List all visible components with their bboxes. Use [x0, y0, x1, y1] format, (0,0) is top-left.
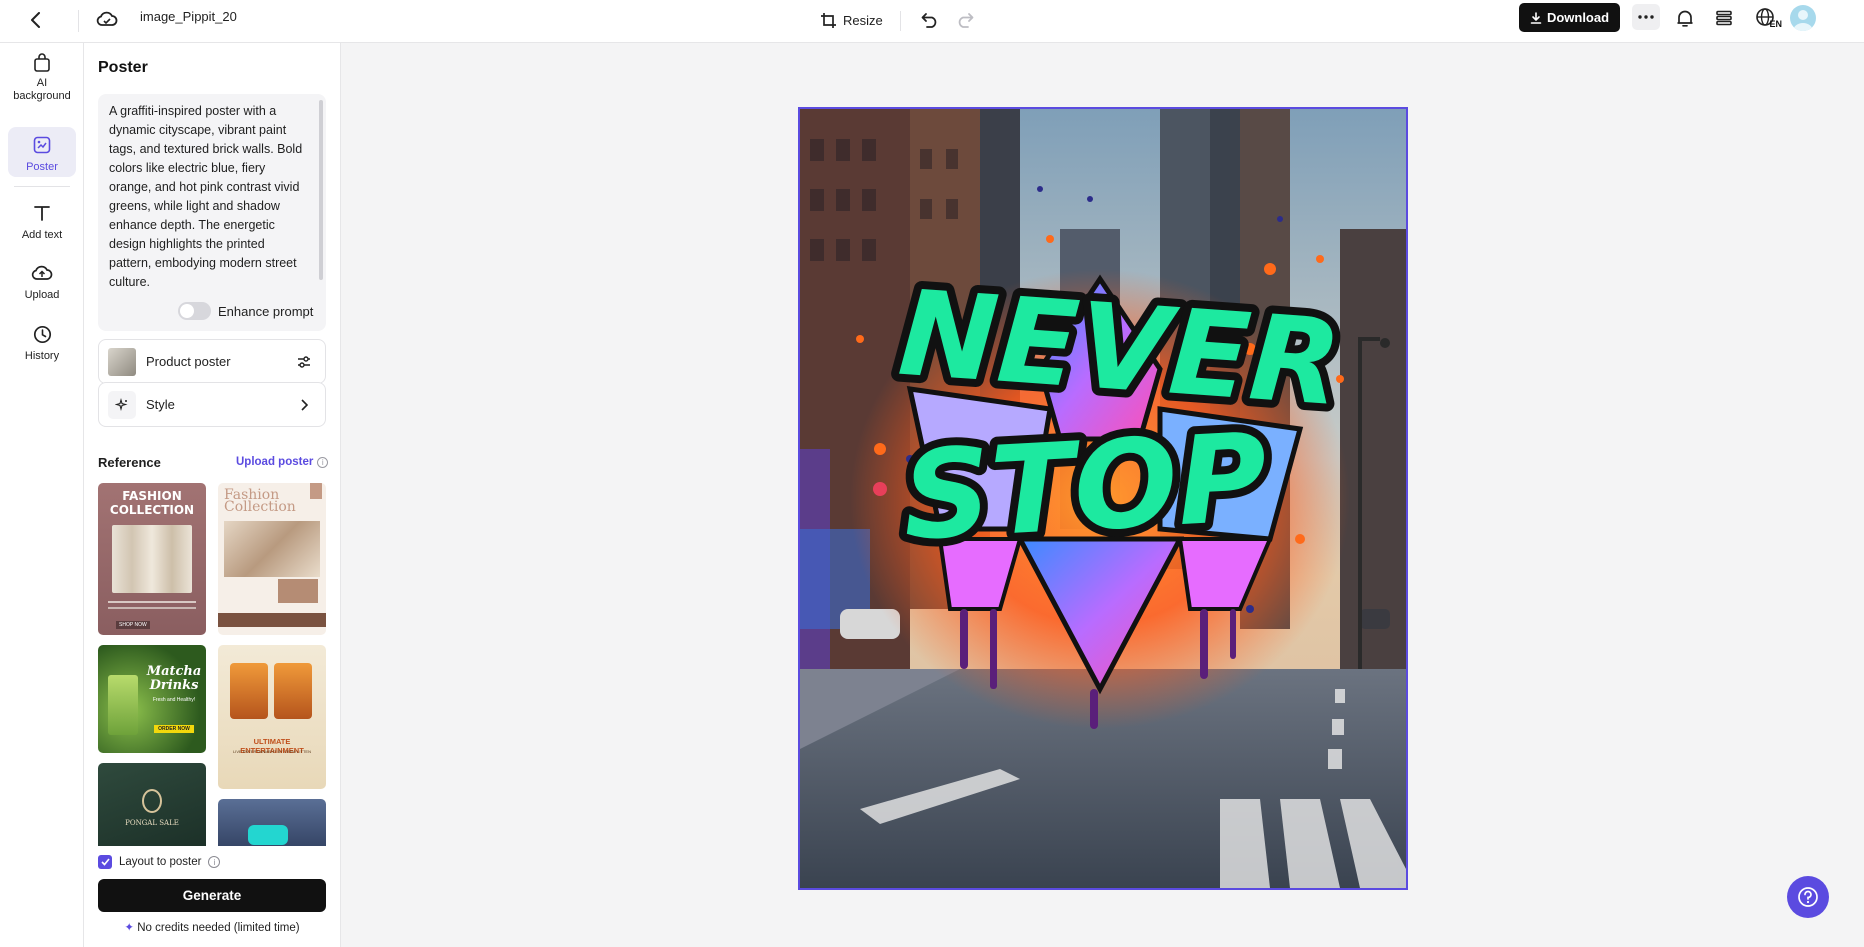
reference-card-title: FASHION COLLECTION — [109, 489, 195, 517]
rail-item-add-text[interactable]: Add text — [8, 201, 76, 247]
graffiti-image — [248, 825, 288, 845]
prompt-scrollbar[interactable] — [319, 100, 323, 280]
resize-label: Resize — [843, 12, 883, 28]
download-button[interactable]: Download — [1519, 3, 1620, 32]
upload-poster-link[interactable]: Upload poster i — [236, 456, 329, 468]
shoes-image — [224, 521, 320, 577]
poster-headline-line2: STOP — [899, 407, 1270, 568]
cloud-save-icon[interactable] — [94, 6, 120, 32]
enhance-prompt-toggle[interactable]: Enhance prompt — [178, 302, 313, 320]
layout-to-poster-row: Layout to poster i — [98, 855, 221, 869]
upload-icon — [30, 261, 54, 285]
reference-card-tag: SHOP NOW — [116, 621, 150, 629]
avatar[interactable] — [1790, 5, 1816, 31]
prompt-textarea[interactable]: A graffiti-inspired poster with a dynami… — [98, 94, 326, 331]
reference-card-subtitle: Fresh and Healthy! — [152, 697, 196, 703]
reference-card-title: Matcha Drinks — [146, 664, 202, 693]
divider — [14, 186, 70, 187]
sliders-icon[interactable] — [293, 355, 315, 369]
sparkle-icon — [108, 390, 136, 419]
rail-item-upload[interactable]: Upload — [8, 261, 76, 307]
poster-icon — [30, 133, 54, 157]
divider — [108, 601, 196, 603]
reference-card[interactable]: ULTIMATE ENTERTAINMENT LIVE ENTERTAINMEN… — [218, 645, 326, 789]
bag-icon — [30, 53, 54, 73]
upload-poster-label: Upload poster — [236, 456, 314, 468]
poster-artwork: NEVER NEVER STOP STOP — [800, 109, 1406, 888]
rail-item-label: Add text — [21, 229, 63, 241]
rail-item-ai-background[interactable]: AI background — [8, 49, 76, 103]
ribbon — [310, 483, 322, 499]
redo-icon — [953, 7, 977, 33]
question-icon — [1798, 887, 1818, 907]
help-button[interactable] — [1787, 876, 1829, 918]
reference-card[interactable]: FASHION COLLECTION SHOP NOW — [98, 483, 206, 635]
rail-item-poster[interactable]: Poster — [8, 127, 76, 177]
text-icon — [30, 201, 54, 225]
sparkle-icon: ✦ — [124, 922, 135, 934]
reference-card-button: ORDER NOW — [154, 725, 194, 733]
prompt-text[interactable]: A graffiti-inspired poster with a dynami… — [109, 102, 307, 292]
reference-grid: FASHION COLLECTION SHOP NOW Fashion Coll… — [98, 483, 326, 846]
panel-title: Poster — [98, 59, 148, 76]
more-options-icon[interactable] — [1632, 4, 1660, 30]
divider — [900, 11, 901, 31]
resize-icon — [821, 12, 836, 28]
pendant-image — [142, 789, 162, 813]
drink-image — [274, 663, 312, 719]
undo-icon[interactable] — [918, 7, 942, 33]
reference-card[interactable]: Fashion Collection — [218, 483, 326, 635]
drink-image — [108, 675, 138, 735]
info-icon[interactable]: i — [208, 856, 221, 868]
product-thumbnail — [108, 347, 136, 376]
download-label: Download — [1546, 10, 1610, 25]
left-tool-rail: AI background Poster Add text Upload His… — [0, 43, 84, 947]
reference-card[interactable]: Matcha Drinks Fresh and Healthy! ORDER N… — [98, 645, 206, 753]
divider — [78, 10, 79, 32]
layout-label: Layout to poster — [119, 856, 202, 868]
generate-button[interactable]: Generate — [98, 879, 326, 912]
notification-bell-icon[interactable] — [1672, 5, 1698, 31]
rail-item-history[interactable]: History — [8, 322, 76, 368]
download-icon — [1530, 11, 1542, 24]
chevron-right-icon — [293, 398, 315, 411]
rail-item-label: History — [24, 350, 60, 362]
enhance-label: Enhance prompt — [218, 303, 314, 319]
history-icon — [30, 322, 54, 346]
product-poster-option[interactable]: Product poster — [98, 339, 326, 384]
poster-panel: Poster A graffiti-inspired poster with a… — [84, 43, 341, 947]
info-icon[interactable]: i — [317, 456, 329, 468]
rail-item-label: AI background — [13, 77, 71, 102]
reference-card-title: Fashion Collection — [224, 487, 296, 515]
language-code: EN — [1769, 19, 1782, 29]
product-poster-label: Product poster — [146, 354, 231, 369]
reference-card-title: PONGAL SALE — [125, 819, 179, 827]
language-globe-icon[interactable]: EN — [1751, 5, 1782, 31]
back-icon[interactable] — [24, 8, 48, 32]
rail-item-label: Poster — [26, 161, 58, 173]
divider — [108, 607, 196, 609]
drink-image — [230, 663, 268, 719]
torn-edge — [218, 613, 326, 627]
clothes-image — [112, 525, 192, 593]
reference-card-subtitle: LIVE ENTERTAINMENT BY CREW LITTEN — [233, 749, 311, 754]
style-label: Style — [146, 397, 175, 412]
credits-note: ✦ No credits needed (limited time) — [98, 920, 326, 934]
reference-card[interactable] — [218, 799, 326, 846]
layout-checkbox[interactable] — [98, 855, 112, 869]
file-name[interactable]: image_Pippit_20 — [140, 8, 237, 26]
style-option[interactable]: Style — [98, 382, 326, 427]
top-bar: image_Pippit_20 Resize Download EN — [0, 0, 1864, 43]
poster-canvas[interactable]: NEVER NEVER STOP STOP — [798, 107, 1408, 890]
toggle-switch[interactable] — [178, 302, 211, 320]
layers-icon[interactable] — [1711, 5, 1737, 31]
color-block — [278, 579, 318, 603]
reference-card[interactable]: PONGAL SALE — [98, 763, 206, 846]
resize-button[interactable]: Resize — [820, 7, 883, 33]
reference-title: Reference — [98, 455, 161, 470]
credits-label: No credits needed (limited time) — [137, 922, 300, 934]
rail-item-label: Upload — [24, 289, 60, 301]
